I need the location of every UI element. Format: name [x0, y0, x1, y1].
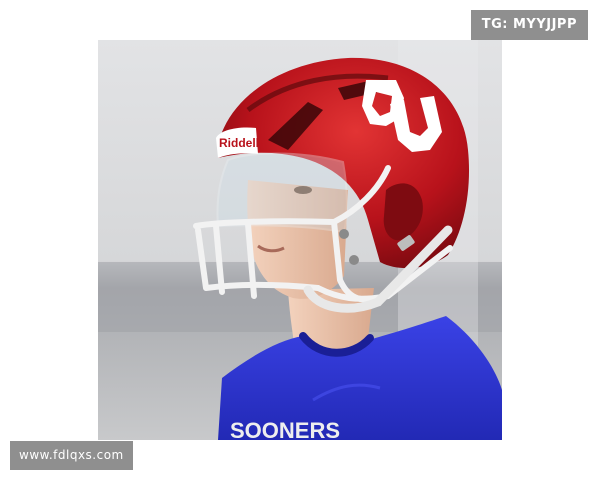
jersey-lettering: SOONERS — [230, 418, 340, 440]
watermark-bottom: www.fdlqxs.com — [10, 441, 133, 470]
football-player-photo: SOONERS Riddell — [98, 40, 502, 440]
helmet-brand-text: Riddell — [219, 136, 259, 150]
watermark-top: TG: MYYJJPP — [470, 10, 588, 40]
